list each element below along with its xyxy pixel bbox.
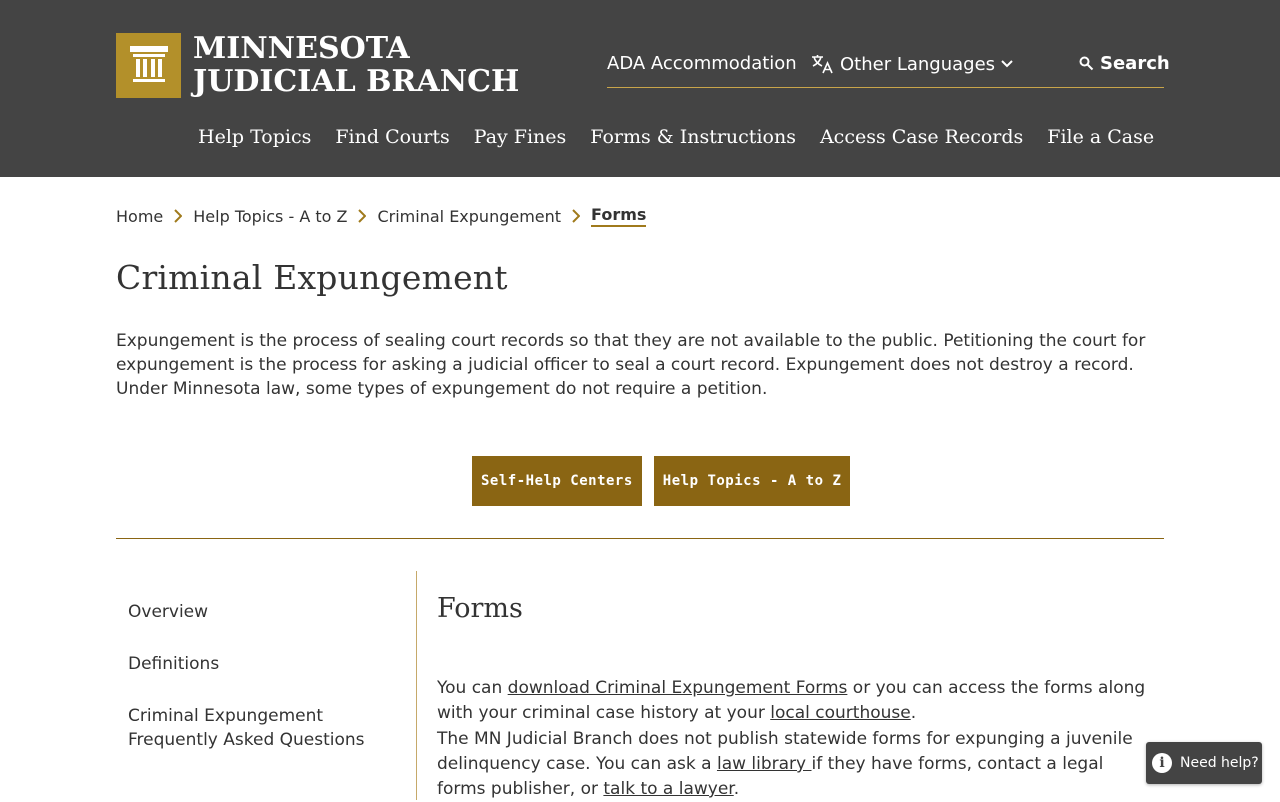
site-logo[interactable]: MINNESOTA JUDICIAL BRANCH — [116, 32, 519, 98]
nav-forms-instructions[interactable]: Forms & Instructions — [590, 126, 796, 148]
section-heading: Forms — [437, 593, 523, 624]
side-nav: Overview Definitions Criminal Expungemen… — [128, 600, 388, 780]
breadcrumb-current-forms: Forms — [591, 205, 647, 227]
other-languages-dropdown[interactable]: Other Languages — [810, 53, 1019, 75]
forms-paragraph-2: The MN Judicial Branch does not publish … — [437, 727, 1157, 802]
logo-line-1: MINNESOTA — [193, 31, 410, 66]
site-header: MINNESOTA JUDICIAL BRANCH ADA Accommodat… — [0, 0, 1280, 177]
main-nav: Help Topics Find Courts Pay Fines Forms … — [198, 126, 1154, 148]
text: . — [910, 703, 917, 723]
talk-to-lawyer-link[interactable]: talk to a lawyer — [603, 779, 733, 799]
forms-paragraph-1: You can download Criminal Expungement Fo… — [437, 676, 1157, 726]
main-content: Forms You can download Criminal Expungem… — [437, 593, 1157, 799]
pillar-logo-icon — [116, 32, 181, 98]
search-label: Search — [1100, 53, 1170, 74]
nav-pay-fines[interactable]: Pay Fines — [474, 126, 567, 148]
help-topics-a-to-z-button[interactable]: Help Topics - A to Z — [653, 456, 851, 506]
nav-access-case-records[interactable]: Access Case Records — [820, 126, 1023, 148]
search-icon — [1079, 56, 1094, 71]
breadcrumb-help-topics[interactable]: Help Topics - A to Z — [193, 207, 347, 226]
download-forms-link[interactable]: download Criminal Expungement Forms — [508, 678, 848, 698]
translate-icon — [812, 55, 833, 74]
self-help-centers-button[interactable]: Self-Help Centers — [472, 456, 642, 506]
utility-nav: ADA Accommodation Other Languages Search — [607, 50, 1170, 88]
quick-links: Self-Help Centers Help Topics - A to Z — [472, 456, 851, 506]
section-divider — [116, 538, 1164, 539]
nav-file-a-case[interactable]: File a Case — [1047, 126, 1154, 148]
sidenav-overview[interactable]: Overview — [128, 600, 388, 624]
nav-find-courts[interactable]: Find Courts — [335, 126, 449, 148]
intro-paragraph: Expungement is the process of sealing co… — [116, 331, 1146, 399]
text: You can — [437, 678, 508, 698]
sidenav-definitions[interactable]: Definitions — [128, 652, 388, 676]
breadcrumb-criminal-expungement[interactable]: Criminal Expungement — [377, 207, 561, 226]
local-courthouse-link[interactable]: local courthouse — [770, 703, 910, 723]
logo-line-2: JUDICIAL BRANCH — [193, 64, 520, 99]
search-button[interactable]: Search — [1079, 53, 1170, 74]
breadcrumb: Home Help Topics - A to Z Criminal Expun… — [116, 205, 647, 227]
need-help-button[interactable]: i Need help? — [1146, 742, 1262, 784]
chevron-down-icon — [1001, 60, 1013, 68]
breadcrumb-home[interactable]: Home — [116, 207, 163, 226]
other-languages-label: Other Languages — [840, 53, 996, 75]
nav-help-topics[interactable]: Help Topics — [198, 126, 311, 148]
page-title: Criminal Expungement — [116, 258, 508, 297]
sidenav-faq[interactable]: Criminal Expungement Frequently Asked Qu… — [128, 704, 388, 752]
logo-wordmark: MINNESOTA JUDICIAL BRANCH — [193, 32, 519, 98]
law-library-link[interactable]: law library — [717, 754, 812, 774]
ada-accommodation-link[interactable]: ADA Accommodation — [607, 53, 797, 74]
text: . — [733, 779, 740, 799]
info-icon: i — [1152, 753, 1172, 773]
need-help-label: Need help? — [1180, 755, 1259, 771]
sidenav-separator — [416, 571, 417, 800]
chevron-right-icon — [174, 209, 183, 223]
chevron-right-icon — [358, 209, 367, 223]
chevron-right-icon — [572, 209, 581, 223]
